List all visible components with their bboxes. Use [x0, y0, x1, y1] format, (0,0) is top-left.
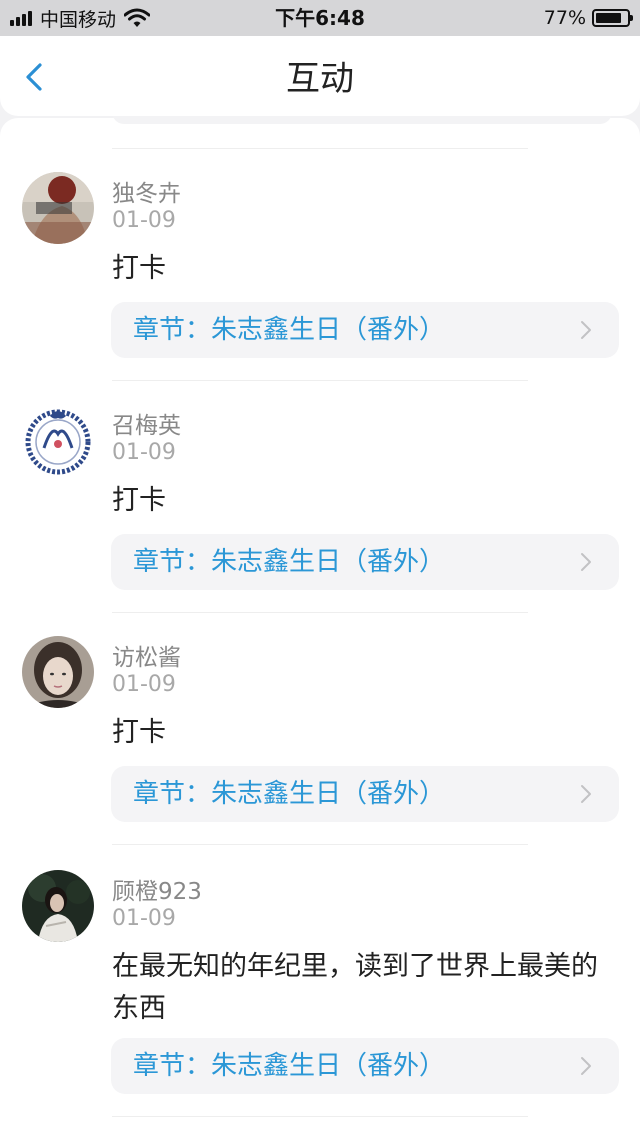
avatar[interactable]	[22, 636, 94, 708]
divider	[112, 612, 528, 613]
comment-list[interactable]: 独冬卉 01-09 打卡 章节：朱志鑫生日（番外） 召梅英 01-09 打卡 章…	[0, 112, 640, 1148]
comment-text: 打卡	[112, 253, 166, 284]
comment-date: 01-09	[112, 440, 176, 465]
username[interactable]: 召梅英	[112, 406, 181, 440]
chevron-right-icon	[581, 553, 591, 571]
username[interactable]: 访松酱	[112, 638, 181, 672]
chevron-right-icon	[581, 321, 591, 339]
avatar[interactable]	[22, 404, 94, 476]
chevron-right-icon	[581, 785, 591, 803]
comment-text: 在最无知的年纪里，读到了世界上最美的东西	[112, 951, 598, 1024]
username[interactable]: 顾橙923	[112, 872, 202, 906]
username[interactable]: 独冬卉	[112, 174, 181, 208]
divider	[112, 380, 528, 381]
avatar-image	[22, 404, 94, 476]
chapter-label: 章节：朱志鑫生日（番外）	[133, 547, 446, 577]
page-title: 互动	[286, 59, 354, 99]
battery-percent: 77%	[543, 7, 586, 29]
chapter-link[interactable]: 章节：朱志鑫生日（番外）	[111, 534, 619, 590]
chapter-link[interactable]: 章节：朱志鑫生日（番外）	[111, 1038, 619, 1094]
comment-date: 01-09	[112, 672, 176, 697]
avatar[interactable]	[22, 870, 94, 942]
avatar-image	[22, 172, 94, 244]
divider	[112, 844, 528, 845]
avatar-image	[22, 870, 94, 942]
chapter-label: 章节：朱志鑫生日（番外）	[133, 1051, 446, 1081]
status-right: 77%	[543, 0, 633, 36]
avatar[interactable]	[22, 172, 94, 244]
chapter-link[interactable]: 章节：朱志鑫生日（番外）	[111, 766, 619, 822]
nav-bar: 互动	[0, 36, 640, 116]
comment-text: 打卡	[112, 717, 166, 748]
chapter-link[interactable]: 章节：朱志鑫生日（番外）	[111, 302, 619, 358]
status-bar: 中国移动 下午6:48 77%	[0, 0, 640, 36]
battery-icon	[592, 9, 633, 27]
comment-text: 打卡	[112, 485, 166, 516]
divider	[112, 1116, 528, 1117]
chapter-label: 章节：朱志鑫生日（番外）	[133, 315, 446, 345]
chapter-label: 章节：朱志鑫生日（番外）	[133, 779, 446, 809]
avatar-image	[22, 636, 94, 708]
comment-date: 01-09	[112, 906, 176, 931]
comment-date: 01-09	[112, 208, 176, 233]
divider	[112, 148, 528, 149]
chevron-right-icon	[581, 1057, 591, 1075]
